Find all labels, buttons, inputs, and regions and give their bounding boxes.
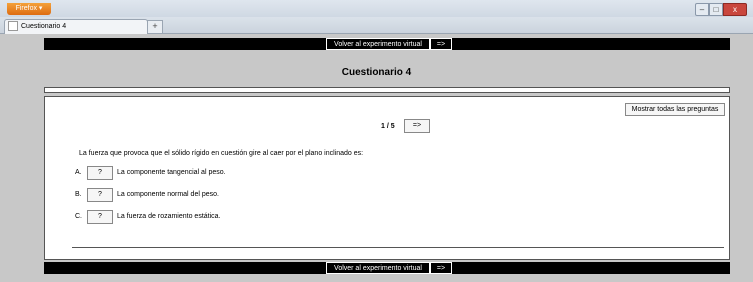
option-a-button[interactable]: ?: [87, 166, 113, 180]
option-text: La componente tangencial al peso.: [117, 169, 226, 176]
option-letter: B.: [75, 191, 82, 198]
next-arrow-button[interactable]: =>: [430, 262, 452, 274]
tab-title: Cuestionario 4: [21, 23, 67, 30]
back-to-experiment-button[interactable]: Volver al experimento virtual: [326, 262, 430, 274]
bottom-nav-bar: Volver al experimento virtual =>: [44, 262, 730, 274]
top-nav-bar: Volver al experimento virtual =>: [44, 38, 730, 50]
question-panel: Mostrar todas las preguntas 1 / 5 => La …: [44, 96, 730, 260]
header-strip: [44, 87, 730, 93]
close-button[interactable]: x: [723, 3, 747, 16]
back-to-experiment-button[interactable]: Volver al experimento virtual: [326, 38, 430, 50]
tab-cuestionario[interactable]: Cuestionario 4: [4, 19, 148, 34]
browser-title-bar: Firefox ▾ – □ x: [0, 0, 753, 17]
option-text: La componente normal del peso.: [117, 191, 219, 198]
new-tab-button[interactable]: +: [147, 20, 163, 34]
divider: [72, 247, 724, 248]
tab-bar: Cuestionario 4 +: [0, 17, 753, 34]
page-icon: [8, 21, 18, 32]
next-question-button[interactable]: =>: [404, 119, 430, 133]
next-arrow-button[interactable]: =>: [430, 38, 452, 50]
page-title: Cuestionario 4: [341, 67, 412, 78]
maximize-button[interactable]: □: [709, 3, 723, 16]
firefox-menu-button[interactable]: Firefox ▾: [7, 3, 51, 15]
option-text: La fuerza de rozamiento estática.: [117, 213, 221, 220]
option-letter: C.: [75, 213, 82, 220]
minimize-button[interactable]: –: [695, 3, 709, 16]
question-text: La fuerza que provoca que el sólido rígi…: [79, 150, 364, 157]
option-b-button[interactable]: ?: [87, 188, 113, 202]
option-c-button[interactable]: ?: [87, 210, 113, 224]
page-viewport: Volver al experimento virtual => Cuestio…: [0, 34, 753, 282]
option-letter: A.: [75, 169, 82, 176]
show-all-questions-button[interactable]: Mostrar todas las preguntas: [625, 103, 725, 116]
pager-indicator: 1 / 5: [381, 123, 395, 130]
window-controls: – □ x: [695, 3, 747, 16]
